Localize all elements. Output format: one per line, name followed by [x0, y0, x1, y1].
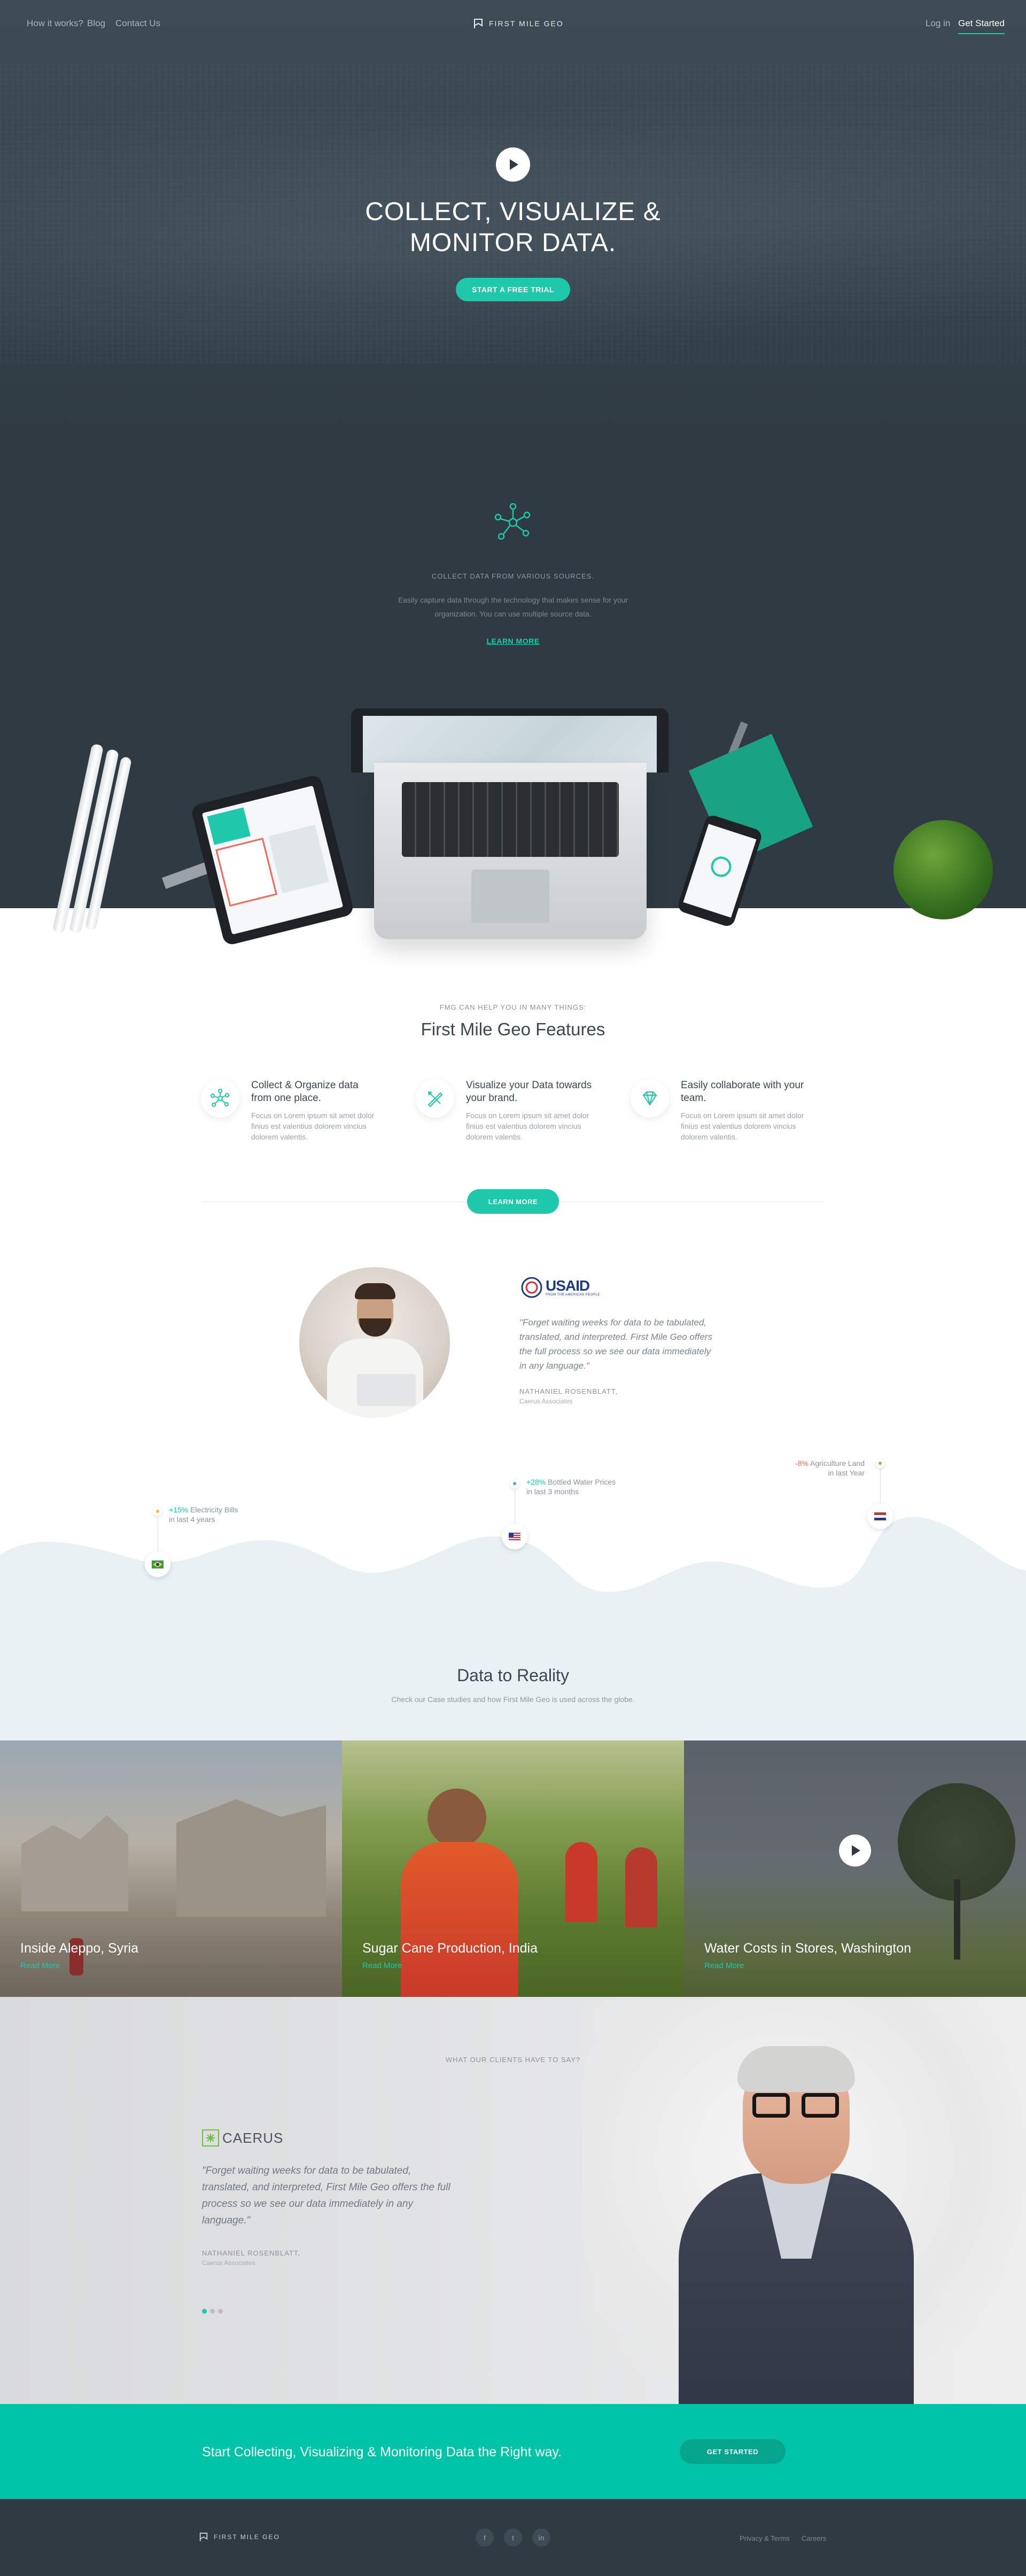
flag-icon	[199, 2532, 208, 2542]
stat-marker	[153, 1506, 162, 1516]
stat-marker	[875, 1458, 885, 1468]
collect-description: Easily capture data through the technolo…	[398, 596, 628, 618]
brand-name: FIRST MILE GEO	[489, 19, 564, 28]
feature-title: Visualize your Data towards your brand.	[466, 1080, 592, 1104]
flag-icon	[474, 19, 483, 28]
feature-text: Focus on Lorem ipsum sit amet dolor fini…	[251, 1111, 375, 1141]
hero-section: COLLECT, VISUALIZE & MONITOR DATA. START …	[0, 0, 1026, 433]
collect-learn-more-link[interactable]: LEARN MORE	[0, 637, 1026, 645]
usa-flag-pin	[502, 1524, 527, 1549]
smartphone	[676, 813, 764, 928]
usaid-logo-subtext: FROM THE AMERICAN PEOPLE	[546, 1293, 600, 1297]
usaid-seal-icon	[521, 1277, 542, 1298]
hero-title: COLLECT, VISUALIZE & MONITOR DATA.	[365, 198, 661, 257]
laptop-trackpad	[471, 870, 549, 923]
netherlands-flag-pin	[867, 1503, 893, 1529]
play-video-button[interactable]	[496, 147, 530, 182]
testimonial-company: Caerus Associates	[519, 1398, 573, 1405]
feature-text: Focus on Lorem ipsum sit amet dolor fini…	[466, 1111, 589, 1141]
potted-plant	[893, 820, 993, 919]
rolled-blueprints	[51, 737, 142, 946]
devices-illustration	[0, 694, 1026, 951]
start-free-trial-button[interactable]: START A FREE TRIAL	[456, 278, 570, 301]
reality-subtitle: Check our Case studies and how First Mil…	[391, 1695, 635, 1704]
top-navigation: How it works? Blog Contact Us FIRST MILE…	[0, 0, 1026, 48]
testimonial-author: NATHANIEL ROSENBLATT, Caerus Associates	[519, 1387, 618, 1405]
case-read-more-link[interactable]: Read More	[362, 1961, 402, 1970]
clients-author: NATHANIEL ROSENBLATT, Caerus Associates	[202, 2249, 301, 2267]
clients-company: Caerus Associates	[202, 2259, 255, 2267]
testimonial-quote: "Forget waiting weeks for data to be tab…	[519, 1317, 712, 1371]
case-title: Sugar Cane Production, India	[362, 1941, 538, 1956]
netherlands-flag-icon	[874, 1512, 886, 1520]
carousel-dot-active[interactable]	[202, 2309, 207, 2314]
facebook-icon[interactable]: f	[476, 2528, 494, 2547]
clients-section: WHAT OUR CLIENTS HAVE TO SAY? CAERUS "Fo…	[0, 1997, 1026, 2404]
cta-banner: Start Collecting, Visualizing & Monitori…	[0, 2404, 1026, 2499]
nav-link-contact[interactable]: Contact Us	[115, 18, 160, 29]
feature-collaborate: Easily collaborate with your team. Focus…	[631, 1079, 834, 1154]
features-learn-more-button[interactable]: LEARN MORE	[467, 1189, 559, 1214]
case-play-button[interactable]	[839, 1835, 871, 1867]
case-title: Inside Aleppo, Syria	[20, 1941, 138, 1956]
case-card-washington[interactable]: Water Costs in Stores, Washington Read M…	[684, 1740, 1026, 1997]
features-title: First Mile Geo Features	[421, 1019, 605, 1039]
reality-title: Data to Reality	[457, 1666, 569, 1685]
usa-flag-icon	[509, 1532, 520, 1541]
brazil-flag-icon	[152, 1560, 164, 1568]
brazil-flag-pin	[145, 1551, 170, 1577]
usaid-logo: USAID FROM THE AMERICAN PEOPLE	[521, 1277, 600, 1298]
clients-quote: "Forget waiting weeks for data to be tab…	[202, 2165, 450, 2226]
carousel-dot[interactable]	[210, 2309, 215, 2314]
feature-title: Easily collaborate with your team.	[681, 1080, 804, 1104]
collect-label: COLLECT DATA FROM VARIOUS SOURCES.	[432, 572, 594, 580]
testimonial-photo	[299, 1267, 450, 1418]
case-card-aleppo[interactable]: Inside Aleppo, Syria Read More	[0, 1740, 342, 1997]
features-label: FMG CAN HELP YOU IN MANY THINGS:	[439, 1003, 587, 1011]
usaid-logo-text: USAID	[546, 1277, 590, 1294]
laptop-base	[374, 763, 647, 939]
feature-visualize: Visualize your Data towards your brand. …	[416, 1079, 619, 1154]
case-read-more-link[interactable]: Read More	[704, 1961, 744, 1970]
feature-collect: Collect & Organize data from one place. …	[201, 1079, 404, 1154]
footer-brand-name: FIRST MILE GEO	[214, 2533, 280, 2541]
carousel-dot[interactable]	[218, 2309, 223, 2314]
network-icon	[201, 1079, 239, 1118]
client-portrait	[582, 1997, 1026, 2404]
get-started-link[interactable]: Get Started	[958, 18, 1005, 34]
diamond-icon	[631, 1079, 669, 1118]
case-card-india[interactable]: Sugar Cane Production, India Read More	[342, 1740, 684, 1997]
stat-water: +28% Bottled Water Prices in last 3 month…	[526, 1478, 616, 1496]
feature-text: Focus on Lorem ipsum sit amet dolor fini…	[681, 1111, 804, 1141]
footer: FIRST MILE GEO f t in Privacy & Terms Ca…	[0, 2499, 1026, 2576]
laptop-keyboard	[402, 782, 619, 857]
twitter-icon[interactable]: t	[504, 2528, 522, 2547]
login-link[interactable]: Log in	[926, 18, 950, 29]
stat-agriculture: -8% Agriculture Land in last Year	[795, 1459, 865, 1477]
cta-text: Start Collecting, Visualizing & Monitori…	[202, 2445, 562, 2460]
case-title: Water Costs in Stores, Washington	[704, 1941, 912, 1956]
carousel-dots	[202, 2309, 223, 2314]
footer-link-privacy[interactable]: Privacy & Terms	[740, 2534, 790, 2542]
cta-get-started-button[interactable]: GET STARTED	[680, 2439, 786, 2464]
nav-link-how-it-works[interactable]: How it works?	[27, 18, 83, 29]
tools-icon	[416, 1079, 454, 1118]
caerus-logo: CAERUS	[202, 2129, 283, 2146]
stat-electricity: +15% Electricity Bills in last 4 years	[169, 1505, 238, 1524]
stat-marker	[510, 1479, 519, 1488]
caerus-logo-text: CAERUS	[222, 2129, 284, 2146]
network-icon	[494, 503, 531, 540]
nav-link-blog[interactable]: Blog	[87, 18, 105, 29]
case-read-more-link[interactable]: Read More	[20, 1961, 60, 1970]
linkedin-icon[interactable]: in	[532, 2528, 550, 2547]
caerus-logo-icon	[202, 2129, 219, 2146]
footer-brand-logo[interactable]: FIRST MILE GEO	[199, 2532, 280, 2542]
tablet-device	[190, 774, 355, 947]
footer-link-careers[interactable]: Careers	[802, 2534, 826, 2542]
feature-title: Collect & Organize data from one place.	[251, 1080, 359, 1104]
brand-logo[interactable]: FIRST MILE GEO	[473, 18, 564, 29]
